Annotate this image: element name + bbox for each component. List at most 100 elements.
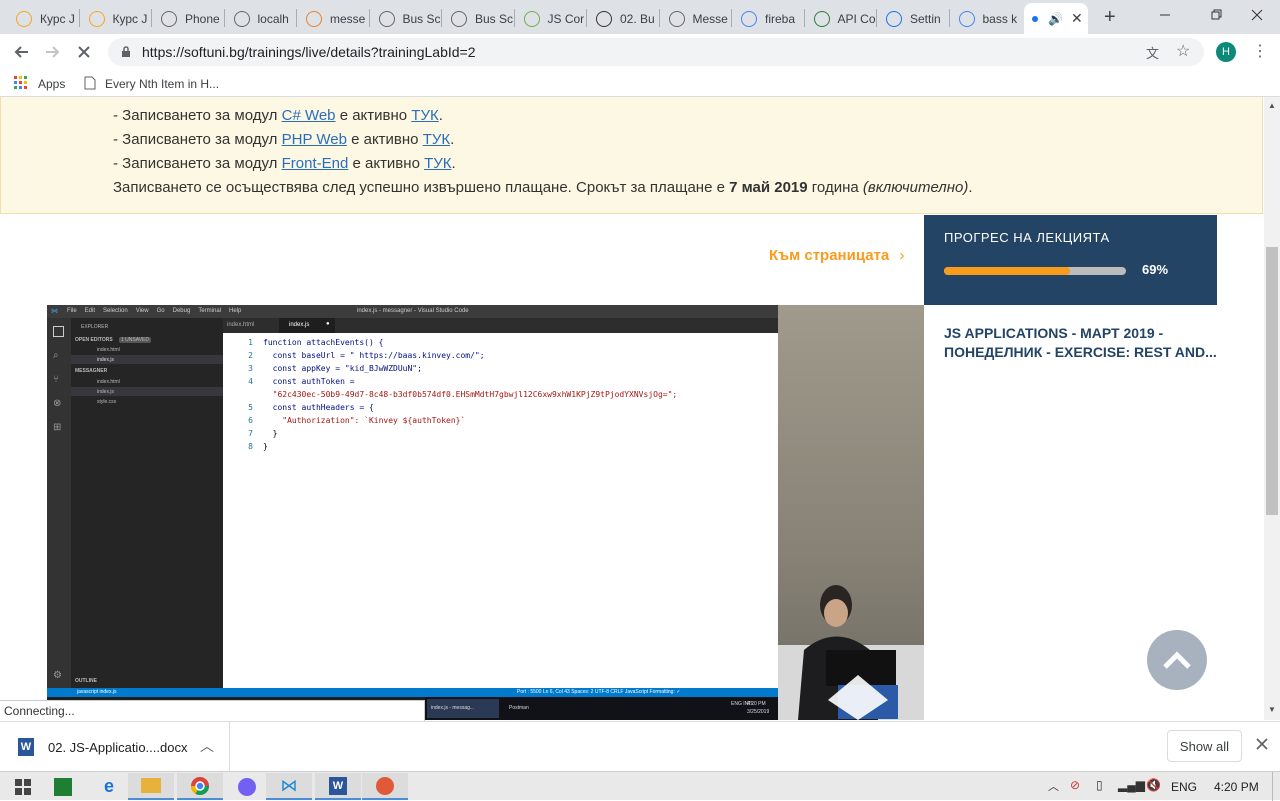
tray-battery-icon[interactable]: ▯: [1096, 778, 1103, 792]
taskbar-app-excel[interactable]: [40, 773, 86, 800]
module-link[interactable]: Front-End: [282, 155, 349, 172]
selected-row: [71, 387, 223, 396]
vscode-menu-item: Go: [156, 308, 165, 314]
star-icon[interactable]: ☆: [1176, 41, 1190, 61]
lecture-video[interactable]: ⋈ File Edit Selection View Go Debug Terminal He…: [47, 305, 924, 720]
internet-explorer-icon: e: [103, 776, 114, 796]
show-desktop-button[interactable]: [1272, 772, 1280, 801]
files-icon: [53, 326, 64, 337]
project-file: index.html: [97, 379, 120, 385]
tab[interactable]: Phone: [153, 3, 224, 34]
tab-title: Bus Sc: [475, 11, 514, 26]
stop-button[interactable]: [74, 42, 94, 67]
new-tab-button[interactable]: +: [1104, 6, 1116, 29]
minimize-button[interactable]: [1142, 0, 1188, 30]
scrollbar-thumb[interactable]: [1266, 247, 1278, 515]
notice-text: .: [450, 131, 455, 148]
taskbar-app-recorder[interactable]: [362, 773, 408, 800]
tab-title: Messe: [692, 11, 728, 26]
lecture-title-link[interactable]: JS APPLICATIONS - МАРТ 2019 - ПОНЕДЕЛНИК…: [944, 324, 1224, 362]
browser-toolbar: https://softuni.bg/trainings/live/detail…: [0, 34, 1280, 70]
scroll-up-arrow-icon[interactable]: ▲: [1268, 101, 1276, 110]
tray-chevron-icon[interactable]: ︿: [1048, 778, 1059, 794]
chevron-up-icon: [1163, 651, 1191, 669]
tray-clock[interactable]: 4:20 PM: [1214, 780, 1259, 794]
tray-language[interactable]: ENG: [1171, 780, 1197, 794]
address-bar[interactable]: https://softuni.bg/trainings/live/detail…: [108, 38, 1204, 66]
tab-title: Курс J: [112, 11, 148, 26]
editor-tab: index.html: [227, 322, 255, 328]
page-scrollbar[interactable]: ▲ ▼: [1264, 97, 1280, 720]
open-editors-label: OPEN EDITORS: [75, 337, 113, 343]
module-link[interactable]: C# Web: [282, 107, 336, 124]
here-link[interactable]: ТУК: [411, 107, 438, 124]
download-item[interactable]: W 02. JS-Applicatio....docx ︿: [0, 722, 230, 772]
tab[interactable]: JS Cor: [516, 3, 587, 34]
project-label: MESSAGNER: [75, 368, 108, 374]
close-window-button[interactable]: [1234, 0, 1280, 30]
softuni-icon: [88, 10, 105, 27]
tray-network-icon[interactable]: ⊘: [1070, 778, 1080, 792]
tray-signal-icon[interactable]: ▂▄▆: [1118, 778, 1145, 792]
tab[interactable]: messe: [298, 3, 369, 34]
tab[interactable]: bass k: [951, 3, 1022, 34]
here-link[interactable]: ТУК: [423, 131, 450, 148]
video-task-item: index.js - messag...: [427, 699, 499, 718]
extensions-icon: ⊞: [53, 422, 62, 433]
video-task-time: 4:20 PM: [747, 701, 766, 707]
taskbar-app-explorer[interactable]: [128, 773, 174, 800]
tab[interactable]: 02. Bu: [588, 3, 659, 34]
taskbar-app-chrome[interactable]: [177, 773, 223, 800]
forward-button[interactable]: [42, 42, 62, 67]
progress-track: [944, 267, 1126, 275]
here-link[interactable]: ТУК: [424, 155, 451, 172]
scroll-down-arrow-icon[interactable]: ▼: [1268, 705, 1276, 714]
tab[interactable]: fireba: [733, 3, 804, 34]
tab-title: messe: [330, 11, 366, 26]
tab-title: Phone: [185, 11, 220, 26]
back-button[interactable]: [12, 42, 32, 67]
tab-title: API Co: [837, 11, 876, 26]
tab-separator: [876, 9, 877, 27]
scroll-to-top-button[interactable]: [1147, 630, 1207, 690]
tab[interactable]: API Co: [806, 3, 877, 34]
tab-separator: [151, 9, 152, 27]
close-downloads-button[interactable]: [1255, 737, 1269, 754]
viber-icon: [238, 777, 256, 796]
module-link[interactable]: PHP Web: [282, 131, 347, 148]
arrow-left-icon: [14, 46, 28, 58]
to-page-link[interactable]: Към страницата ›: [769, 247, 904, 264]
tab[interactable]: Курс J: [81, 3, 152, 34]
tab[interactable]: localh: [226, 3, 297, 34]
folder-icon: [141, 778, 161, 793]
tray-volume-icon[interactable]: 🔇: [1146, 778, 1161, 792]
vscode-menu: File Edit Selection View Go Debug Terminal Help: [67, 308, 241, 314]
taskbar-app-viber[interactable]: [224, 773, 270, 800]
open-file: index.html: [97, 347, 120, 353]
tab[interactable]: Bus Sc: [443, 3, 514, 34]
tab-title: bass k: [982, 11, 1018, 26]
taskbar-app-word[interactable]: W: [315, 773, 361, 800]
taskbar-app-ie[interactable]: e: [86, 773, 132, 800]
tab[interactable]: Settin: [878, 3, 949, 34]
vscode-titlebar: ⋈ File Edit Selection View Go Debug Terminal He…: [47, 305, 778, 318]
video-task-date: 3/25/2019: [747, 709, 770, 715]
show-all-button[interactable]: Show all: [1167, 730, 1242, 762]
tab[interactable]: Bus Sc: [371, 3, 442, 34]
chevron-up-icon[interactable]: ︿: [200, 736, 214, 756]
tab-title: JS Cor: [547, 11, 585, 26]
taskbar-app-vscode[interactable]: ⋈: [266, 773, 312, 800]
line-number: 4: [248, 377, 253, 386]
tab[interactable]: Курс J: [8, 3, 79, 34]
progress-panel: ПРОГРЕС НА ЛЕКЦИЯТА 69%: [924, 215, 1217, 305]
tab[interactable]: Messe: [661, 3, 732, 34]
translate-icon[interactable]: ⽂: [1146, 43, 1159, 62]
menu-icon[interactable]: ⋮: [1252, 42, 1268, 62]
close-tab-icon[interactable]: ✕: [1071, 10, 1083, 27]
profile-avatar[interactable]: H: [1216, 42, 1236, 62]
tab-current[interactable]: 🔊 ✕: [1024, 3, 1088, 34]
gear-icon: [886, 10, 902, 27]
tab-separator: [803, 9, 805, 27]
word-icon: W: [329, 776, 347, 795]
payment-text: година: [807, 179, 863, 196]
